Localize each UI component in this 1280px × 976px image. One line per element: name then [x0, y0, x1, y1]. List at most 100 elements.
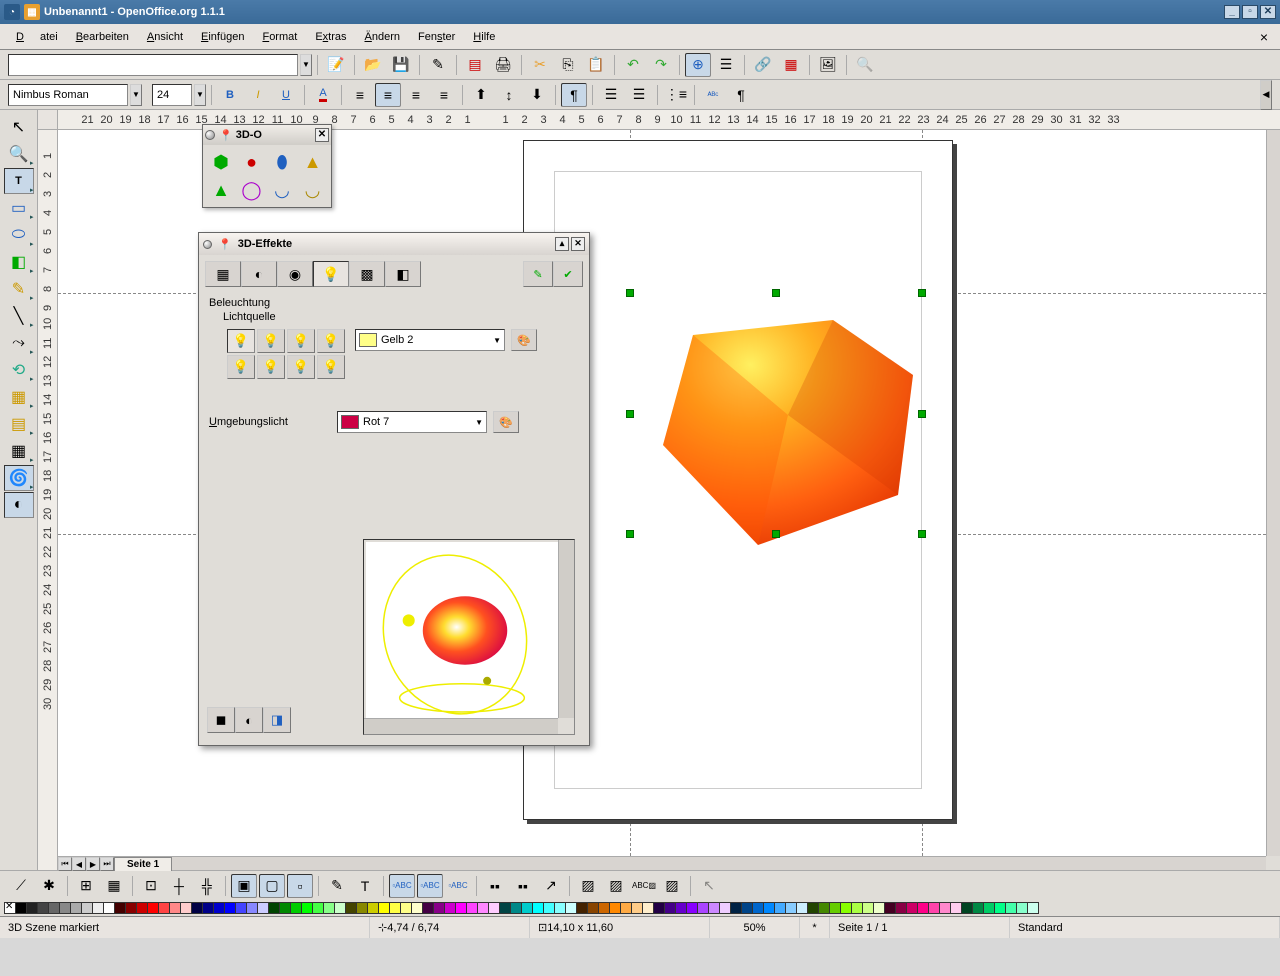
tab-illumination-icon[interactable]: 💡	[313, 261, 349, 287]
para-icon[interactable]: ¶	[728, 83, 754, 107]
large-handles-icon[interactable]: ▫ABC	[445, 874, 471, 898]
create-object-icon[interactable]: ▪▪	[482, 874, 508, 898]
menu-einfuegen[interactable]: Einfügen	[193, 28, 252, 46]
effects-tool-icon[interactable]: 🌀▸	[4, 465, 34, 491]
ambient-color-picker-button[interactable]: 🎨	[493, 411, 519, 433]
halfsphere-shape-icon[interactable]: ◡	[299, 177, 327, 203]
rollup-icon[interactable]	[203, 240, 212, 249]
menu-extras[interactable]: Extras	[307, 28, 354, 46]
resize-handle[interactable]	[626, 530, 634, 538]
cylinder-shape-icon[interactable]: ⬮	[268, 149, 296, 175]
3d-objects-palette[interactable]: 📍 3D-O ✕ ⬢ ● ⬮ ▲ ▲ ◯ ◡ ◡	[202, 124, 332, 208]
cone-shape-icon[interactable]: ▲	[299, 149, 327, 175]
font-name-input[interactable]: Nimbus Roman	[8, 84, 128, 106]
preview-canvas[interactable]	[366, 542, 558, 718]
torus-shape-icon[interactable]: ◯	[238, 177, 266, 203]
color-swatch[interactable]	[1027, 902, 1039, 914]
page-tab[interactable]: Seite 1	[114, 857, 172, 871]
3deffects-tool-icon[interactable]: ◐	[4, 492, 34, 518]
update-button[interactable]: ✎	[523, 261, 553, 287]
tab-shading-icon[interactable]: ◐	[241, 261, 277, 287]
light-8-button[interactable]: 💡	[317, 355, 345, 379]
convert-to-3d-button[interactable]: ◼	[207, 707, 235, 733]
image-icon[interactable]: 🖼	[815, 53, 841, 77]
cube-shape-icon[interactable]: ⬢	[207, 149, 235, 175]
preview-vscroll[interactable]	[558, 540, 574, 718]
glue-points-icon[interactable]: ✱	[36, 874, 62, 898]
tab-next-icon[interactable]: ▶	[86, 857, 100, 871]
snap-frame-icon[interactable]: ▢	[259, 874, 285, 898]
navigator-icon[interactable]: ⊕	[685, 53, 711, 77]
close-button[interactable]: ✕	[1260, 5, 1276, 19]
resize-handle[interactable]	[626, 410, 634, 418]
light-4-button[interactable]: 💡	[317, 329, 345, 353]
menu-datei[interactable]: Datei	[8, 28, 66, 46]
pin-icon[interactable]: 📍	[219, 129, 233, 142]
arrange-tool-icon[interactable]: ▤▸	[4, 411, 34, 437]
undo-icon[interactable]: ↶	[620, 53, 646, 77]
light-color-picker-button[interactable]: 🎨	[511, 329, 537, 351]
palette-close-icon[interactable]: ✕	[315, 128, 329, 142]
menu-aendern[interactable]: Ändern	[357, 28, 408, 46]
resize-handle[interactable]	[918, 530, 926, 538]
tab-material-icon[interactable]: ◧	[385, 261, 421, 287]
light-3-button[interactable]: 💡	[287, 329, 315, 353]
exit-group-icon[interactable]: ↗	[538, 874, 564, 898]
cut-icon[interactable]: ✂	[527, 53, 553, 77]
url-input[interactable]	[8, 54, 298, 76]
menu-fenster[interactable]: Fenster	[410, 28, 463, 46]
snap-points-icon[interactable]: ▫	[287, 874, 313, 898]
gallery-icon[interactable]: ▦	[778, 53, 804, 77]
palette-header[interactable]: 📍 3D-O ✕	[203, 125, 331, 145]
save-icon[interactable]: 💾	[388, 53, 414, 77]
print-icon[interactable]: 🖨	[490, 53, 516, 77]
stylist-icon[interactable]: ☰	[713, 53, 739, 77]
tab-last-icon[interactable]: ⏭	[100, 857, 114, 871]
valign-top-icon[interactable]: ⬆	[468, 83, 494, 107]
preview-hscroll[interactable]	[364, 718, 558, 734]
grid-icon-1[interactable]: ▨	[575, 874, 601, 898]
paste-icon[interactable]: 📋	[583, 53, 609, 77]
insert-tool-icon[interactable]: ▦▸	[4, 438, 34, 464]
valign-middle-icon[interactable]: ↕	[496, 83, 522, 107]
menu-bearbeiten[interactable]: Bearbeiten	[68, 28, 137, 46]
exit-all-icon[interactable]: ↖	[696, 874, 722, 898]
align-center-icon[interactable]: ≡	[375, 83, 401, 107]
3d-tool-icon[interactable]: ◧▸	[4, 249, 34, 275]
resize-handle[interactable]	[918, 289, 926, 297]
snap-margins-icon[interactable]: ▣	[231, 874, 257, 898]
light-color-select[interactable]: Gelb 2 ▼	[355, 329, 505, 351]
maximize-button[interactable]: ▫	[1242, 5, 1258, 19]
rectangle-tool-icon[interactable]: ▭▸	[4, 195, 34, 221]
pin-icon[interactable]: 📍	[218, 238, 232, 251]
resize-handle[interactable]	[772, 289, 780, 297]
horizontal-scrollbar[interactable]	[172, 857, 1266, 870]
grid-icon-4[interactable]: ▨	[659, 874, 685, 898]
open-icon[interactable]: 📂	[360, 53, 386, 77]
tab-appearance-icon[interactable]: ◉	[277, 261, 313, 287]
minimize-button[interactable]: _	[1224, 5, 1240, 19]
vertical-ruler[interactable]: 1234567891011121314151617181920212223242…	[38, 130, 58, 870]
tab-prev-icon[interactable]: ◀	[72, 857, 86, 871]
status-zoom[interactable]: 50%	[710, 917, 800, 938]
vertical-scrollbar[interactable]	[1266, 130, 1280, 856]
pointer-tool-icon[interactable]: ↖	[4, 114, 34, 140]
zoom-tool-icon[interactable]: 🔍▸	[4, 141, 34, 167]
toolbar-collapse-icon[interactable]: ◀	[1260, 80, 1272, 110]
curve-tool-icon[interactable]: ✎▸	[4, 276, 34, 302]
align-left-icon[interactable]: ≡	[347, 83, 373, 107]
align-right-icon[interactable]: ≡	[403, 83, 429, 107]
document-close-icon[interactable]: ×	[1256, 29, 1272, 45]
resize-handle[interactable]	[918, 410, 926, 418]
size-dropdown[interactable]: ▼	[194, 84, 206, 106]
tab-textures-icon[interactable]: ▩	[349, 261, 385, 287]
snap-grid-icon[interactable]: ⊡	[138, 874, 164, 898]
light-5-button[interactable]: 💡	[227, 355, 255, 379]
font-dropdown[interactable]: ▼	[130, 84, 142, 106]
url-dropdown[interactable]: ▼	[300, 54, 312, 76]
ellipse-tool-icon[interactable]: ⬭▸	[4, 222, 34, 248]
edit-doc-icon[interactable]: ✎	[425, 53, 451, 77]
guides-visible-icon[interactable]: ┼	[166, 874, 192, 898]
valign-bottom-icon[interactable]: ⬇	[524, 83, 550, 107]
char-icon[interactable]: ᴬᴮᶜ	[700, 83, 726, 107]
